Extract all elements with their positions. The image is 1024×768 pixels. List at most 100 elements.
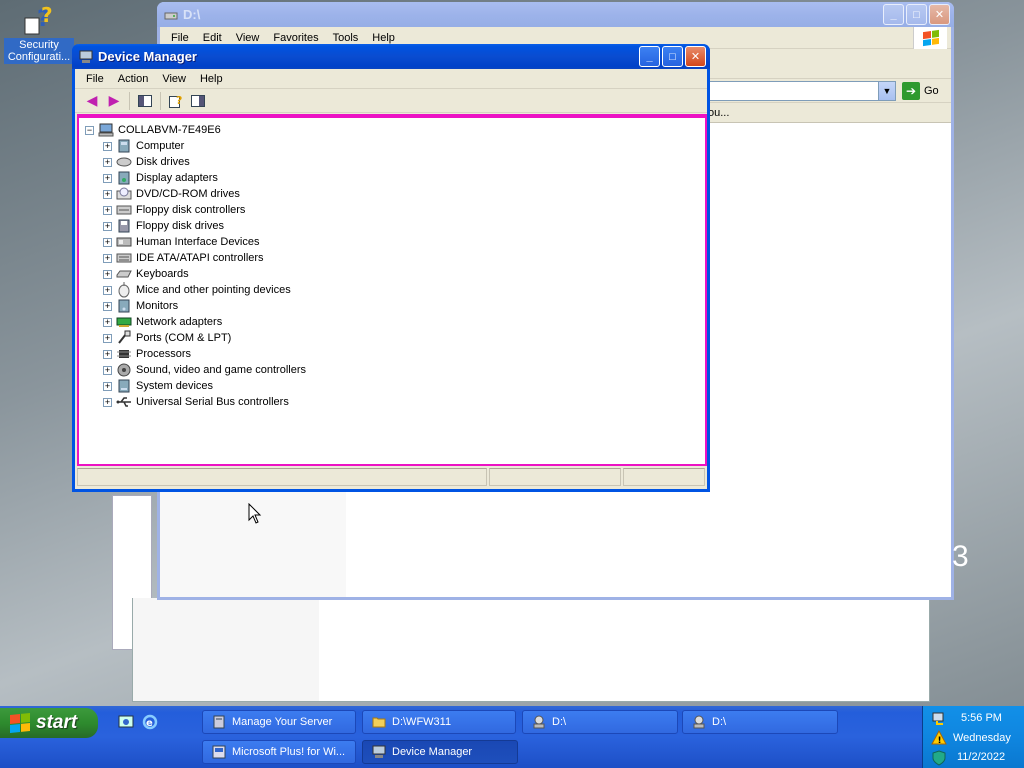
mouse-icon <box>116 282 132 298</box>
d-window-titlebar[interactable]: D:\ _ □ ✕ <box>157 2 954 27</box>
device-manager-window[interactable]: Device Manager _ □ ✕ File Action View He… <box>72 44 710 492</box>
computer-icon <box>98 122 114 138</box>
minimize-button[interactable]: _ <box>883 4 904 25</box>
expand-icon[interactable]: + <box>103 237 112 247</box>
tree-category-label: IDE ATA/ATAPI controllers <box>136 252 264 264</box>
expand-icon[interactable]: + <box>103 141 112 151</box>
task-label: Device Manager <box>392 746 473 758</box>
task-device-manager[interactable]: Device Manager <box>362 740 518 764</box>
expand-icon[interactable]: + <box>103 397 112 407</box>
tree-category[interactable]: + Floppy disk drives <box>85 218 705 234</box>
tree-category[interactable]: + Computer <box>85 138 705 154</box>
show-desktop-icon[interactable] <box>118 714 134 730</box>
task-microsoft-plus[interactable]: Microsoft Plus! for Wi... <box>202 740 356 764</box>
dm-titlebar[interactable]: Device Manager _ □ ✕ <box>72 44 710 69</box>
tree-category-label: Ports (COM & LPT) <box>136 332 232 344</box>
display-adapter-icon <box>116 170 132 186</box>
svg-text:!: ! <box>938 736 942 746</box>
expand-icon[interactable]: + <box>103 349 112 359</box>
desktop-icon-label: Security Configurati... <box>4 38 74 64</box>
processor-icon <box>116 346 132 362</box>
floppy-controller-icon <box>116 202 132 218</box>
tree-category[interactable]: + Network adapters <box>85 314 705 330</box>
monitor-icon <box>116 298 132 314</box>
expand-icon[interactable]: + <box>103 285 112 295</box>
menu-action[interactable]: Action <box>111 71 156 87</box>
chevron-down-icon[interactable]: ▼ <box>878 82 895 100</box>
tree-category[interactable]: + Display adapters <box>85 170 705 186</box>
expand-icon[interactable]: + <box>103 317 112 327</box>
svg-text:?: ? <box>41 4 53 27</box>
expand-icon[interactable]: + <box>103 189 112 199</box>
tree-category-label: Universal Serial Bus controllers <box>136 396 289 408</box>
dm-menubar: File Action View Help <box>75 69 707 89</box>
minimize-button[interactable]: _ <box>639 46 660 67</box>
dm-title: Device Manager <box>98 49 197 64</box>
drive-icon <box>163 7 179 23</box>
clock-time[interactable]: 5:56 PM <box>961 712 1002 724</box>
menu-file[interactable]: File <box>79 71 111 87</box>
expand-icon[interactable]: + <box>103 301 112 311</box>
device-manager-icon <box>371 744 387 760</box>
background-window-body <box>132 598 930 702</box>
start-button[interactable]: start <box>0 708 98 738</box>
show-hide-tree-icon[interactable] <box>134 91 156 111</box>
device-tree-pane[interactable]: − COLLABVM-7E49E6 + Computer + Disk drives +… <box>77 114 707 466</box>
tree-category[interactable]: + Floppy disk controllers <box>85 202 705 218</box>
menu-help[interactable]: Help <box>193 71 230 87</box>
internet-explorer-icon[interactable]: e <box>142 714 158 730</box>
details-view-icon[interactable] <box>187 91 209 111</box>
clock-date[interactable]: 11/2/2022 <box>957 751 1005 763</box>
shield-icon[interactable] <box>931 750 947 768</box>
tree-category[interactable]: + DVD/CD-ROM drives <box>85 186 705 202</box>
hid-icon <box>116 234 132 250</box>
security-warning-icon[interactable]: ! <box>931 729 947 749</box>
go-button[interactable]: ➔ Go <box>902 81 946 101</box>
tree-category[interactable]: + Processors <box>85 346 705 362</box>
tree-category[interactable]: + Monitors <box>85 298 705 314</box>
back-arrow-icon[interactable]: ◀ <box>81 91 103 111</box>
menu-view[interactable]: View <box>155 71 193 87</box>
expand-icon[interactable]: + <box>103 173 112 183</box>
tree-root[interactable]: − COLLABVM-7E49E6 <box>85 122 705 138</box>
task-d-drive-2[interactable]: D:\ <box>682 710 838 734</box>
expand-icon[interactable]: + <box>103 221 112 231</box>
tree-category[interactable]: + Human Interface Devices <box>85 234 705 250</box>
expand-icon[interactable]: + <box>103 205 112 215</box>
dm-toolbar: ◀ ▶ ? <box>75 89 707 113</box>
close-button[interactable]: ✕ <box>685 46 706 67</box>
expand-icon[interactable]: + <box>103 269 112 279</box>
properties-help-icon[interactable]: ? <box>165 91 187 111</box>
task-manage-your-server[interactable]: Manage Your Server <box>202 710 356 734</box>
tree-category[interactable]: + Universal Serial Bus controllers <box>85 394 705 410</box>
network-icon[interactable] <box>931 710 947 729</box>
tree-category[interactable]: + System devices <box>85 378 705 394</box>
tree-category[interactable]: + Sound, video and game controllers <box>85 362 705 378</box>
tree-category[interactable]: + Disk drives <box>85 154 705 170</box>
forward-arrow-icon[interactable]: ▶ <box>103 91 125 111</box>
system-device-icon <box>116 378 132 394</box>
tree-category[interactable]: + Ports (COM & LPT) <box>85 330 705 346</box>
expand-icon[interactable]: + <box>103 381 112 391</box>
maximize-button[interactable]: □ <box>906 4 927 25</box>
desktop-icon-security-configuration[interactable]: ? ? Security Configurati... <box>4 3 74 64</box>
column-header-partial[interactable]: ou... <box>708 107 729 119</box>
tree-category[interactable]: + Keyboards <box>85 266 705 282</box>
task-d-drive-1[interactable]: D:\ <box>522 710 678 734</box>
task-d-wfw311[interactable]: D:\WFW311 <box>362 710 516 734</box>
clock-day[interactable]: Wednesday <box>953 732 1011 744</box>
tree-category[interactable]: + IDE ATA/ATAPI controllers <box>85 250 705 266</box>
dm-statusbar <box>77 468 707 488</box>
tree-category[interactable]: + Mice and other pointing devices <box>85 282 705 298</box>
expand-icon[interactable]: + <box>103 333 112 343</box>
close-button[interactable]: ✕ <box>929 4 950 25</box>
expand-icon[interactable]: + <box>103 365 112 375</box>
tree-category-label: Disk drives <box>136 156 190 168</box>
maximize-button[interactable]: □ <box>662 46 683 67</box>
expand-icon[interactable]: + <box>103 253 112 263</box>
collapse-icon[interactable]: − <box>85 125 94 135</box>
expand-icon[interactable]: + <box>103 157 112 167</box>
device-manager-icon <box>78 49 94 65</box>
help-icon: ? ? <box>23 3 55 36</box>
task-label: D:\ <box>712 716 727 728</box>
